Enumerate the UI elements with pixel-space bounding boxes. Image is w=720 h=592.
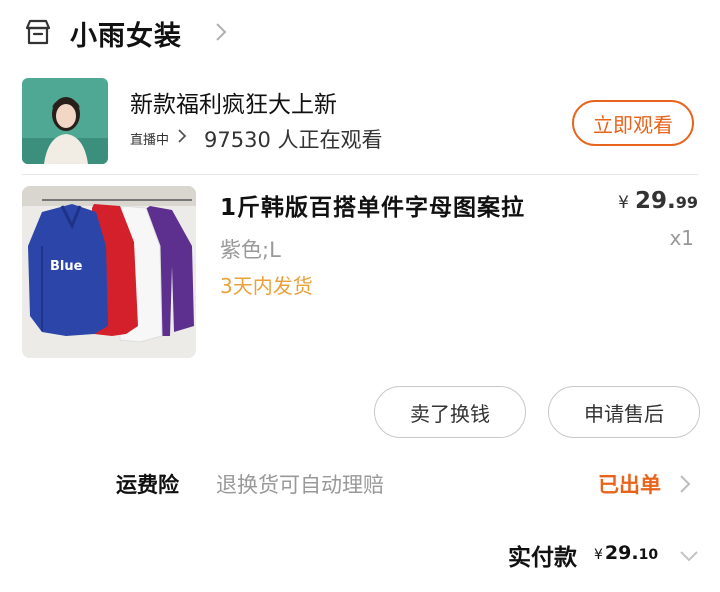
product-quantity: x1 [669,226,694,250]
viewer-number: 97530 [204,128,271,152]
amount-decimal: 10 [638,547,659,563]
product-image[interactable]: Blue [22,186,196,358]
live-status-badge: 直播中 [130,133,170,148]
sell-for-cash-button[interactable]: 卖了换钱 [374,386,526,438]
chevron-right-icon [176,126,188,146]
amount-integer: 29. [604,542,639,564]
insurance-status[interactable]: 已出单 [598,469,661,499]
paid-amount: ¥29.10 [594,542,658,564]
paid-label: 实付款 [508,545,577,571]
price-decimal: 99 [675,193,698,212]
insurance-description: 退换货可自动理赔 [216,473,384,497]
divider [22,174,698,175]
viewer-count: 97530 人正在观看 [204,124,383,154]
shipping-note: 3天内发货 [220,274,313,298]
insurance-label: 运费险 [116,473,179,497]
store-icon [24,18,52,46]
chevron-right-icon[interactable] [678,472,692,496]
product-image-text: Blue [50,259,83,274]
price-integer: 29. [634,188,676,214]
product-variant: 紫色;L [220,238,281,262]
viewer-suffix: 人正在观看 [277,128,383,152]
product-price: ¥29.99 [618,188,698,214]
chevron-right-icon[interactable] [212,18,230,46]
product-title[interactable]: 1斤韩版百搭单件字母图案拉 [220,188,525,222]
live-thumbnail[interactable] [22,78,108,164]
chevron-down-icon[interactable] [678,548,700,562]
currency-symbol: ¥ [618,193,629,213]
watch-now-button[interactable]: 立即观看 [572,100,694,146]
after-sales-button[interactable]: 申请售后 [548,386,700,438]
shop-name[interactable]: 小雨女装 [70,14,182,53]
currency-symbol: ¥ [594,547,603,563]
live-title[interactable]: 新款福利疯狂大上新 [130,85,337,119]
